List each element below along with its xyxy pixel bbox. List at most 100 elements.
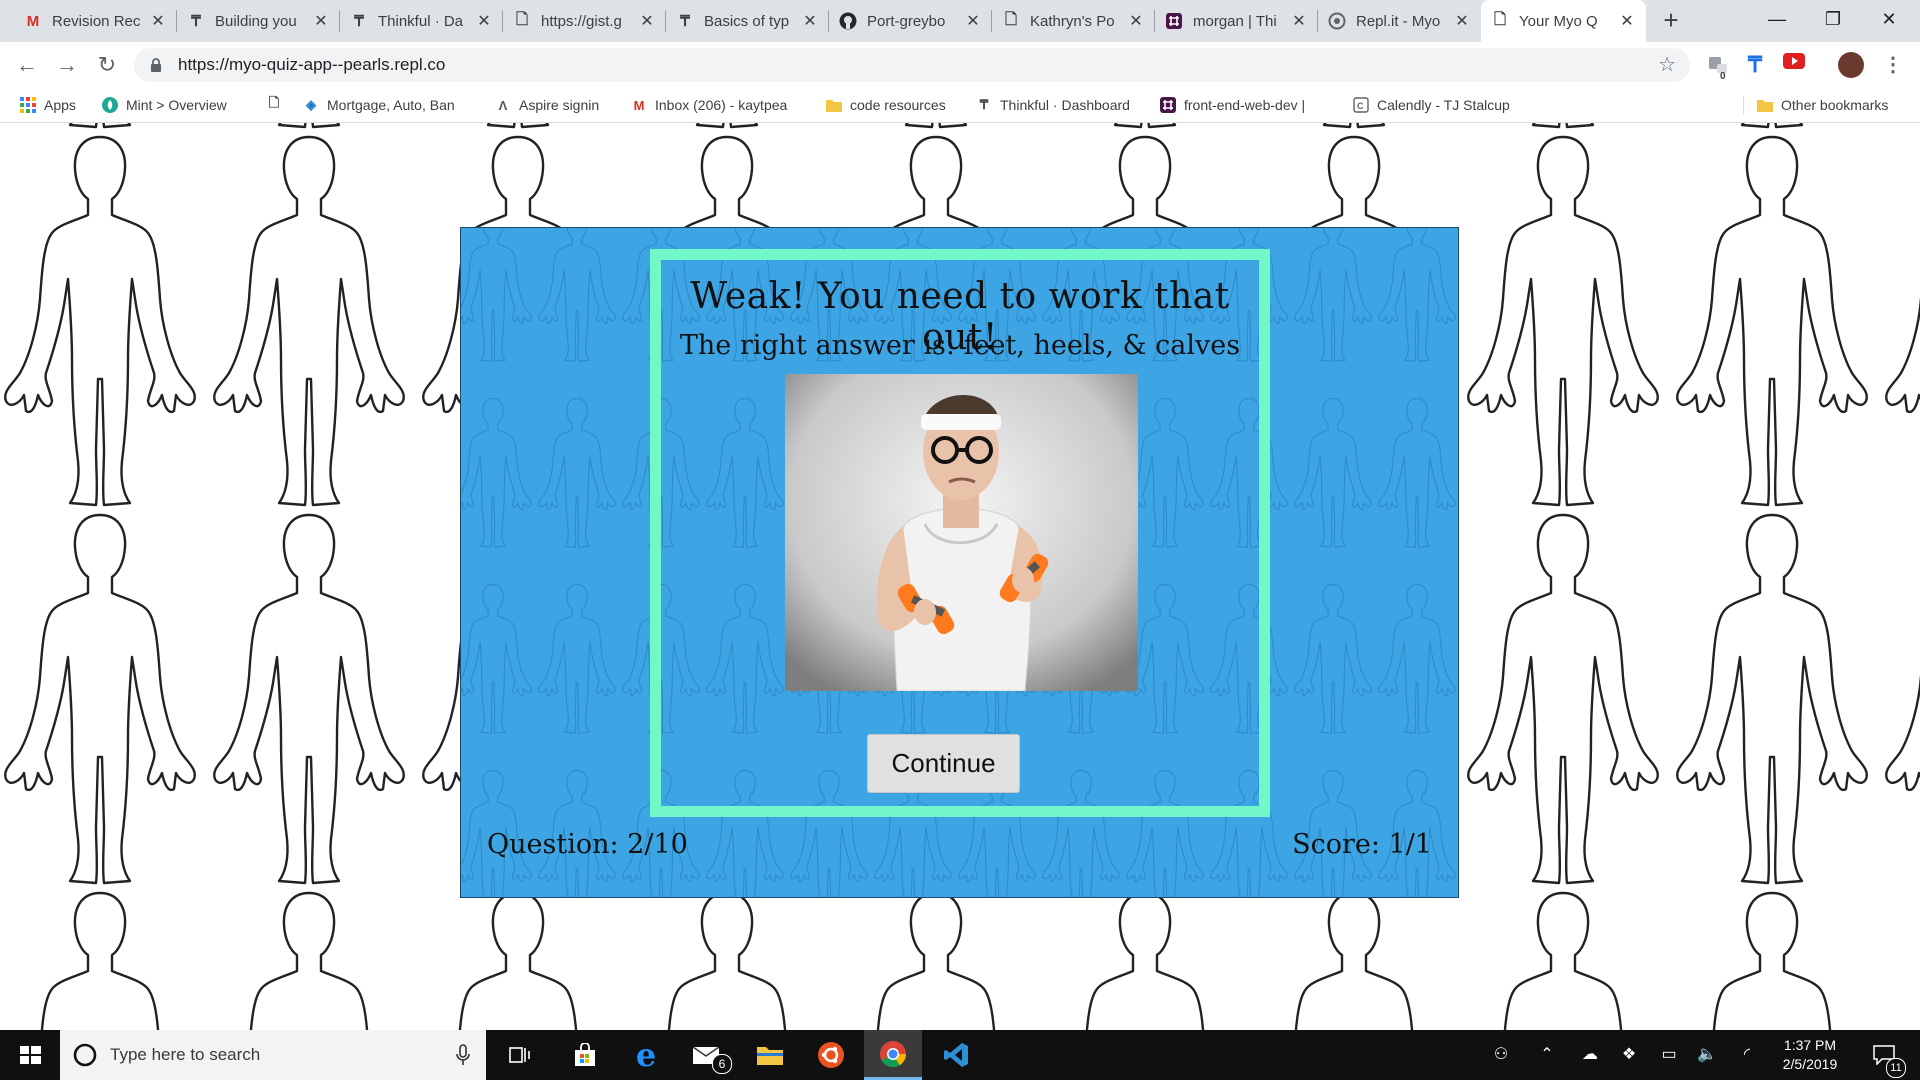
tab-revision[interactable]: M Revision Rec ✕ [14, 0, 177, 42]
ubuntu-icon[interactable] [802, 1030, 860, 1080]
new-tab-button[interactable]: + [1656, 6, 1686, 36]
bookmark-label: Calendly - TJ Stalcup [1377, 97, 1510, 113]
back-button[interactable]: ← [12, 50, 42, 80]
tab-building[interactable]: ₸ Building you ✕ [177, 0, 340, 42]
profile-avatar[interactable] [1838, 52, 1864, 78]
bookmark-mortgage[interactable]: ◈ Mortgage, Auto, Ban [303, 88, 475, 122]
close-icon[interactable]: ✕ [1453, 11, 1471, 31]
continue-button[interactable]: Continue [867, 734, 1020, 793]
github-icon [839, 12, 857, 30]
onedrive-icon[interactable]: ☁ [1576, 1030, 1604, 1080]
extension-icon[interactable]: 0 [1704, 52, 1730, 82]
bookmark-divider [1743, 96, 1744, 114]
folder-icon [826, 97, 842, 113]
forward-button[interactable]: → [52, 50, 82, 80]
tab-title: Thinkful · Da [378, 12, 464, 30]
vscode-icon[interactable] [927, 1030, 985, 1080]
bookmark-other[interactable]: Other bookmarks [1757, 88, 1888, 122]
close-icon[interactable]: ✕ [1618, 11, 1636, 31]
tab-title: https://gist.g [541, 12, 622, 30]
mail-icon[interactable]: 6 [678, 1030, 736, 1080]
tab-title: Revision Rec [52, 12, 141, 30]
clock-time: 1:37 PM [1783, 1037, 1837, 1053]
close-icon[interactable]: ✕ [638, 11, 656, 31]
close-icon[interactable]: ✕ [1290, 11, 1308, 31]
tab-kathryn[interactable]: 🗋 Kathryn's Po ✕ [992, 0, 1155, 42]
tab-title: Building you [215, 12, 297, 30]
system-clock[interactable]: 1:37 PM 2/5/2019 [1770, 1036, 1850, 1074]
cortana-icon [73, 1043, 97, 1067]
tab-gist[interactable]: 🗋 https://gist.g ✕ [503, 0, 666, 42]
restore-button[interactable]: ❐ [1810, 0, 1856, 38]
start-button[interactable] [0, 1030, 60, 1080]
close-icon[interactable]: ✕ [312, 11, 330, 31]
people-icon[interactable]: ⚇ [1488, 1030, 1514, 1080]
edge-icon[interactable]: e [617, 1030, 675, 1080]
gmail-icon: M [26, 12, 40, 30]
lock-icon [150, 57, 162, 78]
bookmark-label: Thinkful · Dashboard [1000, 97, 1130, 113]
windows-taskbar: Type here to search e 6 ⚇ ⌃ ☁ ❖ ▭ 🔈 ◜ 1:… [0, 1030, 1920, 1080]
thinkful-extension-icon[interactable]: ₸ [1742, 52, 1768, 78]
notifications-icon[interactable]: 11 [1864, 1030, 1906, 1080]
quiz-panel: Weak! You need to work that out! The rig… [460, 227, 1459, 898]
tab-basics[interactable]: ₸ Basics of typ ✕ [666, 0, 829, 42]
minimize-button[interactable]: — [1754, 0, 1800, 38]
bookmark-front-end-web-dev[interactable]: front-end-web-dev | [1160, 88, 1332, 122]
bookmark-label: Aspire signin [519, 97, 600, 113]
tab-title: Your Myo Q [1519, 12, 1598, 30]
file-explorer-icon[interactable] [741, 1030, 799, 1080]
bookmark-apps[interactable]: Apps [20, 88, 76, 122]
menu-icon[interactable]: ⋮ [1880, 52, 1906, 78]
page-icon: 🗋 [268, 95, 280, 110]
correct-answer-text: The right answer is: feet, heels, & calv… [679, 330, 1241, 361]
youtube-extension-icon[interactable] [1781, 52, 1807, 78]
tab-thinkful[interactable]: ₸ Thinkful · Da ✕ [340, 0, 503, 42]
calendly-icon: C [1353, 97, 1369, 113]
microphone-icon[interactable] [456, 1044, 470, 1066]
tab-replit[interactable]: Repl.it - Myo ✕ [1318, 0, 1481, 42]
bookmark-page[interactable]: 🗋 [266, 88, 288, 122]
bookmark-inbox[interactable]: M Inbox (206) - kaytpea [631, 88, 803, 122]
web-page: Weak! You need to work that out! The rig… [0, 123, 1920, 1030]
tab-port[interactable]: Port-greybo ✕ [829, 0, 992, 42]
close-icon[interactable]: ✕ [1127, 11, 1145, 31]
chrome-icon[interactable] [864, 1030, 922, 1080]
windows-logo-icon [20, 1046, 41, 1064]
close-window-button[interactable]: ✕ [1866, 0, 1912, 38]
bookmark-code-resources[interactable]: code resources [826, 88, 946, 122]
volume-icon[interactable]: 🔈 [1694, 1030, 1720, 1080]
slack-icon [1165, 12, 1183, 30]
thinkful-icon: ₸ [979, 97, 989, 112]
close-icon[interactable]: ✕ [801, 11, 819, 31]
reload-button[interactable]: ↻ [92, 50, 122, 80]
address-bar[interactable]: https://myo-quiz-app--pearls.repl.co ☆ [134, 48, 1690, 82]
bookmark-aspire[interactable]: Λ Aspire signin [495, 88, 600, 122]
tab-your-myo-quiz[interactable]: 🗋 Your Myo Q ✕ [1481, 0, 1646, 42]
mint-icon [102, 97, 118, 113]
star-icon[interactable]: ☆ [1658, 48, 1676, 82]
close-icon[interactable]: ✕ [149, 11, 167, 31]
taskbar-search-box[interactable]: Type here to search [60, 1030, 486, 1080]
close-icon[interactable]: ✕ [964, 11, 982, 31]
bookmark-label: code resources [850, 97, 946, 113]
aspire-icon: Λ [498, 97, 508, 113]
clock-date: 2/5/2019 [1782, 1056, 1838, 1072]
bookmark-calendly[interactable]: C Calendly - TJ Stalcup [1353, 88, 1510, 122]
bookmark-label: Inbox (206) - kaytpea [655, 97, 788, 113]
dropbox-icon[interactable]: ❖ [1616, 1030, 1642, 1080]
apps-grid-icon [20, 97, 36, 113]
wifi-icon[interactable]: ◜ [1734, 1030, 1760, 1080]
tab-title: Kathryn's Po [1030, 12, 1115, 30]
slack-icon [1160, 97, 1176, 113]
url-text[interactable]: https://myo-quiz-app--pearls.repl.co [178, 48, 445, 82]
tab-morgan[interactable]: morgan | Thi ✕ [1155, 0, 1318, 42]
store-icon[interactable] [556, 1030, 614, 1080]
show-hidden-icons[interactable]: ⌃ [1534, 1030, 1560, 1080]
close-icon[interactable]: ✕ [475, 11, 493, 31]
task-view-icon[interactable] [491, 1030, 549, 1080]
bookmark-thinkful-dashboard[interactable]: ₸ Thinkful · Dashboard [976, 88, 1130, 122]
battery-icon[interactable]: ▭ [1656, 1030, 1682, 1080]
bookmark-mint[interactable]: Mint > Overview [102, 88, 227, 122]
bookmark-label: Mint > Overview [126, 97, 227, 113]
